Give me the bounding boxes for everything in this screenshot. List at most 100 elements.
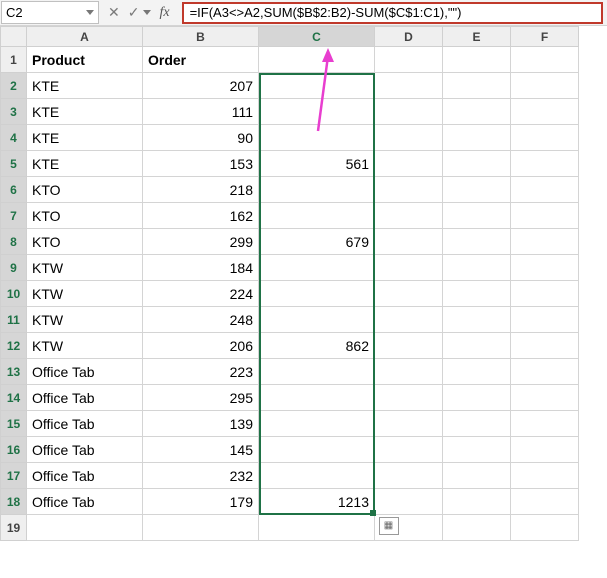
cell-A14[interactable]: Office Tab: [27, 385, 143, 411]
blank[interactable]: [375, 489, 443, 515]
cell-C9[interactable]: [259, 255, 375, 281]
cell-A7[interactable]: KTO: [27, 203, 143, 229]
autofill-options-icon[interactable]: ▦: [379, 517, 399, 535]
cell-B17[interactable]: 232: [143, 463, 259, 489]
row-4[interactable]: 4: [1, 125, 27, 151]
blank[interactable]: [511, 281, 579, 307]
col-E[interactable]: E: [443, 27, 511, 47]
blank[interactable]: [511, 177, 579, 203]
blank[interactable]: [511, 125, 579, 151]
cell-A11[interactable]: KTW: [27, 307, 143, 333]
row-7[interactable]: 7: [1, 203, 27, 229]
cell-B8[interactable]: 299: [143, 229, 259, 255]
formula-input[interactable]: =IF(A3<>A2,SUM($B$2:B2)-SUM($C$1:C1),""): [182, 2, 603, 24]
blank[interactable]: [375, 463, 443, 489]
blank[interactable]: [375, 359, 443, 385]
cell-A5[interactable]: KTE: [27, 151, 143, 177]
cell-A2[interactable]: KTE: [27, 73, 143, 99]
col-F[interactable]: F: [511, 27, 579, 47]
blank[interactable]: [443, 255, 511, 281]
blank[interactable]: [511, 359, 579, 385]
cell-C18[interactable]: 1213: [259, 489, 375, 515]
cell-C12[interactable]: 862: [259, 333, 375, 359]
blank[interactable]: [375, 307, 443, 333]
cell-C2[interactable]: [259, 73, 375, 99]
cell-B6[interactable]: 218: [143, 177, 259, 203]
blank[interactable]: [375, 437, 443, 463]
blank[interactable]: [443, 437, 511, 463]
blank[interactable]: [443, 47, 511, 73]
cell-B16[interactable]: 145: [143, 437, 259, 463]
cell-B11[interactable]: 248: [143, 307, 259, 333]
cell-C13[interactable]: [259, 359, 375, 385]
blank[interactable]: [511, 47, 579, 73]
blank[interactable]: [511, 151, 579, 177]
cell-B10[interactable]: 224: [143, 281, 259, 307]
row-1[interactable]: 1: [1, 47, 27, 73]
row-18[interactable]: 18: [1, 489, 27, 515]
row-8[interactable]: 8: [1, 229, 27, 255]
cell-B13[interactable]: 223: [143, 359, 259, 385]
blank[interactable]: [511, 463, 579, 489]
blank[interactable]: [443, 229, 511, 255]
blank[interactable]: [375, 281, 443, 307]
confirm-icon[interactable]: ✓: [128, 4, 140, 21]
cell-B5[interactable]: 153: [143, 151, 259, 177]
col-C[interactable]: C: [259, 27, 375, 47]
blank[interactable]: [443, 203, 511, 229]
cell-B15[interactable]: 139: [143, 411, 259, 437]
cell-B9[interactable]: 184: [143, 255, 259, 281]
blank[interactable]: [375, 411, 443, 437]
blank[interactable]: [375, 385, 443, 411]
cell-B3[interactable]: 111: [143, 99, 259, 125]
cell-C5[interactable]: 561: [259, 151, 375, 177]
cell-A3[interactable]: KTE: [27, 99, 143, 125]
blank[interactable]: [443, 359, 511, 385]
fx-icon[interactable]: fx: [159, 5, 169, 21]
blank[interactable]: [443, 151, 511, 177]
cell-B4[interactable]: 90: [143, 125, 259, 151]
row-6[interactable]: 6: [1, 177, 27, 203]
header-c[interactable]: [259, 47, 375, 73]
col-A[interactable]: A: [27, 27, 143, 47]
row-19[interactable]: 19: [1, 515, 27, 541]
blank[interactable]: [511, 489, 579, 515]
blank[interactable]: [511, 437, 579, 463]
blank[interactable]: [375, 47, 443, 73]
cell-C11[interactable]: [259, 307, 375, 333]
cell-A4[interactable]: KTE: [27, 125, 143, 151]
blank[interactable]: [375, 255, 443, 281]
col-D[interactable]: D: [375, 27, 443, 47]
col-B[interactable]: B: [143, 27, 259, 47]
spreadsheet-grid[interactable]: A B C D E F 1ProductOrder2KTE2073KTE1114…: [0, 26, 607, 541]
blank[interactable]: [375, 73, 443, 99]
blank[interactable]: [443, 177, 511, 203]
cell-B14[interactable]: 295: [143, 385, 259, 411]
blank[interactable]: [443, 411, 511, 437]
blank[interactable]: [443, 125, 511, 151]
cell-C6[interactable]: [259, 177, 375, 203]
row-17[interactable]: 17: [1, 463, 27, 489]
split-dropdown-icon[interactable]: [143, 10, 151, 15]
row-15[interactable]: 15: [1, 411, 27, 437]
name-box[interactable]: C2: [1, 1, 99, 24]
blank[interactable]: [511, 307, 579, 333]
header-product[interactable]: Product: [27, 47, 143, 73]
blank[interactable]: [443, 307, 511, 333]
blank[interactable]: [375, 99, 443, 125]
blank[interactable]: [375, 229, 443, 255]
blank[interactable]: [443, 333, 511, 359]
cell-A6[interactable]: KTO: [27, 177, 143, 203]
cell-A10[interactable]: KTW: [27, 281, 143, 307]
cancel-icon[interactable]: ✕: [108, 4, 120, 21]
row-10[interactable]: 10: [1, 281, 27, 307]
cell-C10[interactable]: [259, 281, 375, 307]
blank[interactable]: [143, 515, 259, 541]
blank[interactable]: [27, 515, 143, 541]
cell-A17[interactable]: Office Tab: [27, 463, 143, 489]
blank[interactable]: [443, 281, 511, 307]
row-9[interactable]: 9: [1, 255, 27, 281]
row-11[interactable]: 11: [1, 307, 27, 333]
name-box-dropdown-icon[interactable]: [86, 10, 94, 15]
cell-A9[interactable]: KTW: [27, 255, 143, 281]
